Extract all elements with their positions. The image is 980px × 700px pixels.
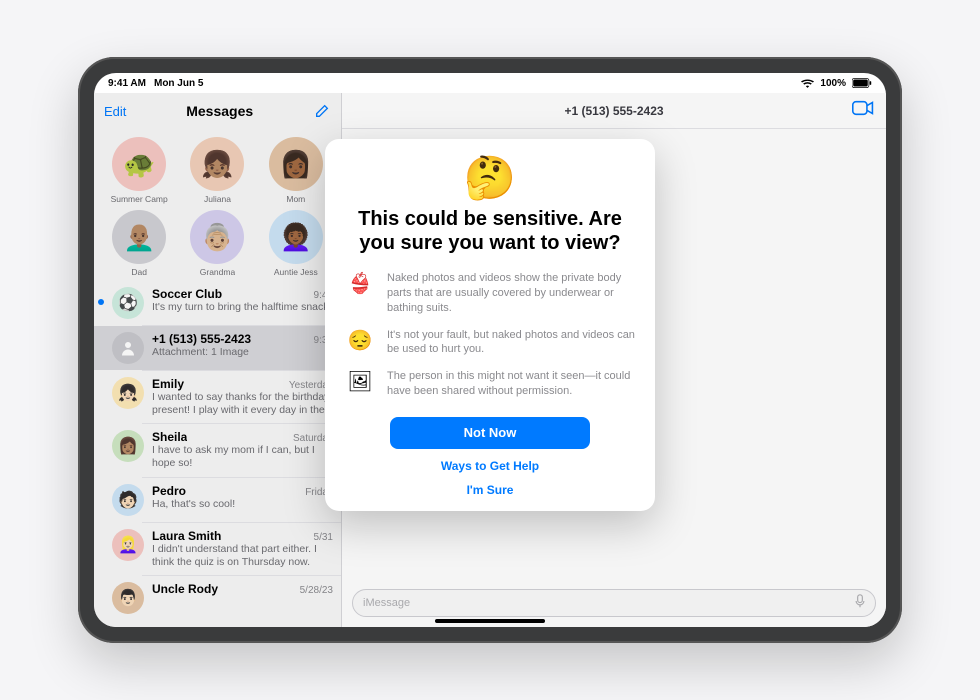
conversation-name: Soccer Club <box>152 287 222 301</box>
modal-title: This could be sensitive. Are you sure yo… <box>345 207 635 255</box>
modal-bullet: 🖼 The person in this might not want it se… <box>345 369 635 399</box>
avatar: 🐢 <box>112 137 166 191</box>
unread-dot <box>98 299 104 305</box>
modal-bullet: 😔 It's not your fault, but naked photos a… <box>345 328 635 358</box>
edit-button[interactable]: Edit <box>104 104 126 119</box>
conversation-preview: Attachment: 1 Image <box>152 346 333 359</box>
ipad-device-frame: 9:41 AM Mon Jun 5 100% Edit Messages <box>78 57 902 643</box>
status-date: Mon Jun 5 <box>154 78 203 89</box>
detail-contact-title[interactable]: +1 (513) 555-2423 <box>564 104 663 118</box>
conversation-name: Sheila <box>152 430 187 444</box>
pinned-label: Mom <box>286 194 305 204</box>
conversation-preview: I wanted to say thanks for the birthday … <box>152 391 333 417</box>
avatar: 👩🏾‍🦱 <box>269 210 323 264</box>
pinned-conversation[interactable]: 🐢 Summer Camp <box>104 137 174 204</box>
sidebar-title: Messages <box>186 103 253 119</box>
bullet-text: It's not your fault, but naked photos an… <box>387 328 635 358</box>
conversation-preview: I didn't understand that part either. I … <box>152 543 333 569</box>
messages-app: Edit Messages 🐢 Summer Camp 👧🏽 Juliana 👩🏾 Mom… <box>94 93 886 627</box>
pinned-label: Dad <box>131 267 147 277</box>
conversation-row[interactable]: ⚽️Soccer Club9:41It's my turn to bring t… <box>94 281 341 325</box>
pinned-conversation[interactable]: 👵🏼 Grandma <box>182 210 252 277</box>
conversation-name: Uncle Rody <box>152 582 218 596</box>
bullet-text: Naked photos and videos show the private… <box>387 271 635 316</box>
avatar: ⚽️ <box>112 287 144 319</box>
pinned-section: 🐢 Summer Camp 👧🏽 Juliana 👩🏾 Mom 👨🏽‍🦲 Dad 👵🏼 Gran… <box>94 129 341 281</box>
detail-header: +1 (513) 555-2423 <box>342 93 886 129</box>
wifi-icon <box>801 78 814 88</box>
modal-bullet: 👙 Naked photos and videos show the privat… <box>345 271 635 316</box>
home-indicator[interactable] <box>435 619 545 623</box>
sidebar-header: Edit Messages <box>94 93 341 129</box>
avatar: 👧🏻 <box>112 377 144 409</box>
conversation-row[interactable]: 🧑🏻PedroFridayHa, that's so cool! <box>94 478 341 522</box>
avatar: 👧🏽 <box>190 137 244 191</box>
avatar: 👨🏽‍🦲 <box>112 210 166 264</box>
conversation-preview: I have to ask my mom if I can, but I hop… <box>152 444 333 470</box>
sensitive-content-modal: 🤔 This could be sensitive. Are you sure … <box>325 139 655 511</box>
bullet-icon: 🖼 <box>345 369 375 394</box>
conversation-time: 5/28/23 <box>300 585 333 596</box>
conversation-row[interactable]: 👧🏻EmilyYesterdayI wanted to say thanks f… <box>94 371 341 423</box>
pinned-conversation[interactable]: 👨🏽‍🦲 Dad <box>104 210 174 277</box>
battery-icon <box>852 78 872 88</box>
bullet-text: The person in this might not want it see… <box>387 369 635 399</box>
status-time: 9:41 AM <box>108 78 146 89</box>
conversation-name: Pedro <box>152 484 186 498</box>
conversation-name: +1 (513) 555-2423 <box>152 332 251 346</box>
compose-button[interactable] <box>313 102 331 120</box>
bullet-icon: 👙 <box>345 271 375 296</box>
pinned-conversation[interactable]: 👩🏾‍🦱 Auntie Jess <box>261 210 331 277</box>
avatar: 🧑🏻 <box>112 484 144 516</box>
message-input-placeholder: iMessage <box>363 597 855 609</box>
pinned-conversation[interactable]: 👧🏽 Juliana <box>182 137 252 204</box>
pinned-label: Summer Camp <box>111 194 168 204</box>
conversation-time: 5/31 <box>314 532 333 543</box>
thinking-face-icon: 🤔 <box>464 157 516 199</box>
modal-bullet-list: 👙 Naked photos and videos show the privat… <box>345 271 635 399</box>
dictation-icon[interactable] <box>855 594 865 613</box>
conversation-name: Emily <box>152 377 184 391</box>
message-input[interactable]: iMessage <box>352 589 876 617</box>
pinned-label: Juliana <box>204 194 231 204</box>
facetime-button[interactable] <box>852 100 874 121</box>
avatar: 👵🏼 <box>190 210 244 264</box>
not-now-button[interactable]: Not Now <box>390 417 590 449</box>
pinned-label: Auntie Jess <box>274 267 318 277</box>
status-bar: 9:41 AM Mon Jun 5 100% <box>94 73 886 93</box>
conversation-name: Laura Smith <box>152 529 221 543</box>
pinned-label: Grandma <box>200 267 235 277</box>
avatar: 👨🏻 <box>112 582 144 614</box>
conversation-row[interactable]: 👩🏽SheilaSaturdayI have to ask my mom if … <box>94 424 341 476</box>
conversation-list[interactable]: ⚽️Soccer Club9:41It's my turn to bring t… <box>94 281 341 627</box>
conversation-preview: Ha, that's so cool! <box>152 498 333 511</box>
bullet-icon: 😔 <box>345 328 375 353</box>
screen: 9:41 AM Mon Jun 5 100% Edit Messages <box>94 73 886 627</box>
avatar: 👩🏾 <box>269 137 323 191</box>
messages-sidebar: Edit Messages 🐢 Summer Camp 👧🏽 Juliana 👩🏾 Mom… <box>94 93 342 627</box>
im-sure-button[interactable]: I'm Sure <box>467 483 514 497</box>
status-battery-pct: 100% <box>820 78 846 89</box>
conversation-row[interactable]: +1 (513) 555-24239:39Attachment: 1 Image <box>94 326 341 370</box>
avatar: 👩🏽 <box>112 430 144 462</box>
avatar: 👱🏻‍♀️ <box>112 529 144 561</box>
conversation-preview: It's my turn to bring the halftime snack… <box>152 301 333 314</box>
conversation-row[interactable]: 👨🏻 Uncle Rody 5/28/23 <box>94 576 341 620</box>
avatar <box>112 332 144 364</box>
pinned-conversation[interactable]: 👩🏾 Mom <box>261 137 331 204</box>
conversation-row[interactable]: 👱🏻‍♀️ Laura Smith 5/31I didn't understand … <box>94 523 341 575</box>
ways-to-get-help-button[interactable]: Ways to Get Help <box>441 459 539 473</box>
